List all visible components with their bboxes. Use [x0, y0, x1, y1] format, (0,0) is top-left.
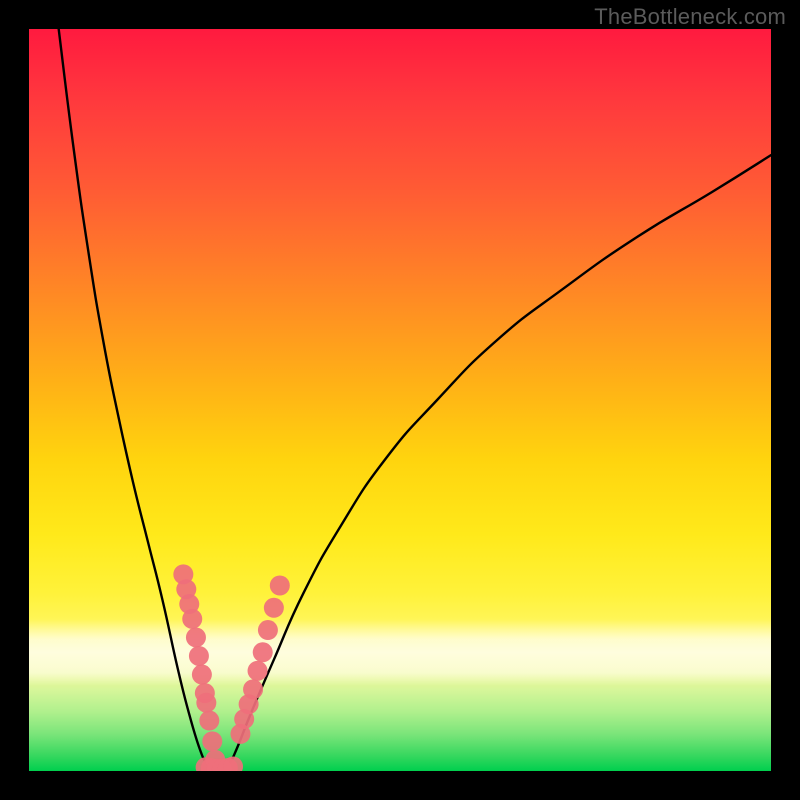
marker-group: [173, 564, 289, 771]
watermark-label: TheBottleneck.com: [594, 4, 786, 30]
marker-left-scatter: [182, 609, 202, 629]
marker-left-scatter: [202, 731, 222, 751]
curve-group: [59, 29, 771, 771]
marker-right-scatter: [258, 620, 278, 640]
marker-left-scatter: [189, 646, 209, 666]
marker-right-scatter: [253, 642, 273, 662]
plot-area: [29, 29, 771, 771]
series-right-curve: [222, 155, 771, 771]
marker-left-scatter: [199, 711, 219, 731]
marker-left-scatter: [186, 627, 206, 647]
marker-left-scatter: [192, 665, 212, 685]
marker-right-scatter: [248, 661, 268, 681]
curves-svg: [29, 29, 771, 771]
marker-right-scatter: [264, 598, 284, 618]
marker-right-scatter: [270, 576, 290, 596]
chart-root: TheBottleneck.com: [0, 0, 800, 800]
marker-left-scatter: [196, 693, 216, 713]
marker-right-scatter: [243, 679, 263, 699]
